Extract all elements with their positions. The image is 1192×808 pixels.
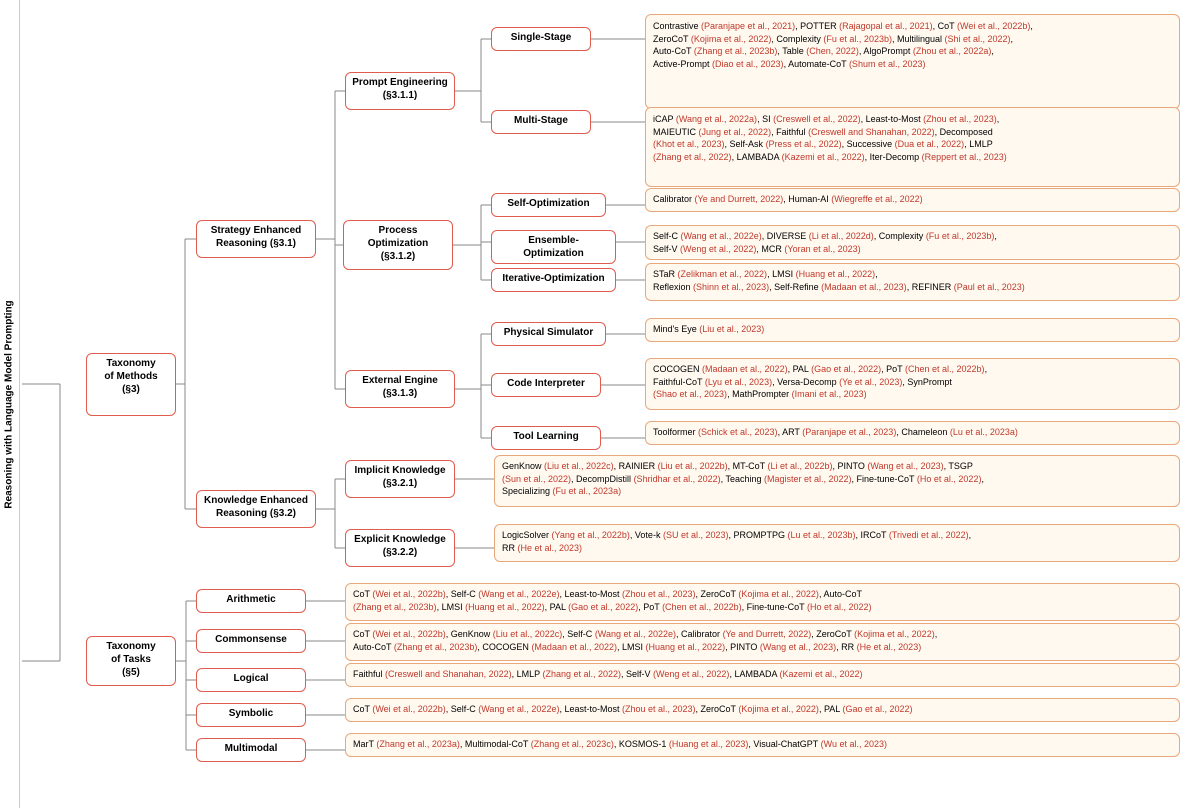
ensemble-optimization-leaf: Self-C (Wang et al., 2022e), DIVERSE (Li… [645, 225, 1180, 260]
strategy-enhanced-node: Strategy EnhancedReasoning (§3.1) [196, 220, 316, 258]
diagram-container: Reasoning with Language Model Prompting … [0, 0, 1192, 20]
logical-node: Logical [196, 668, 306, 692]
multi-stage-node: Multi-Stage [491, 110, 591, 134]
explicit-knowledge-node: Explicit Knowledge(§3.2.2) [345, 529, 455, 567]
vertical-label: Reasoning with Language Model Prompting [4, 300, 15, 508]
taxonomy-tasks-node: Taxonomyof Tasks(§5) [86, 636, 176, 686]
prompt-engineering-node: Prompt Engineering(§3.1.1) [345, 72, 455, 110]
symbolic-node: Symbolic [196, 703, 306, 727]
multimodal-node: Multimodal [196, 738, 306, 762]
single-stage-node: Single-Stage [491, 27, 591, 51]
implicit-knowledge-node: Implicit Knowledge(§3.2.1) [345, 460, 455, 498]
single-stage-leaf: Contrastive (Paranjape et al., 2021), PO… [645, 14, 1180, 109]
self-optimization-leaf: Calibrator (Ye and Durrett, 2022), Human… [645, 188, 1180, 212]
arithmetic-leaf: CoT (Wei et al., 2022b), Self-C (Wang et… [345, 583, 1180, 621]
arithmetic-node: Arithmetic [196, 589, 306, 613]
process-optimization-node: Process Optimization(§3.1.2) [343, 220, 453, 270]
taxonomy-methods-node: Taxonomyof Methods(§3) [86, 353, 176, 416]
commonsense-leaf: CoT (Wei et al., 2022b), GenKnow (Liu et… [345, 623, 1180, 661]
iterative-optimization-node: Iterative-Optimization [491, 268, 616, 292]
commonsense-node: Commonsense [196, 629, 306, 653]
explicit-knowledge-leaf: LogicSolver (Yang et al., 2022b), Vote-k… [494, 524, 1180, 562]
self-optimization-node: Self-Optimization [491, 193, 606, 217]
multimodal-leaf: MarT (Zhang et al., 2023a), Multimodal-C… [345, 733, 1180, 757]
multi-stage-leaf: iCAP (Wang et al., 2022a), SI (Creswell … [645, 107, 1180, 187]
tool-learning-node: Tool Learning [491, 426, 601, 450]
code-interpreter-node: Code Interpreter [491, 373, 601, 397]
symbolic-leaf: CoT (Wei et al., 2022b), Self-C (Wang et… [345, 698, 1180, 722]
physical-simulator-leaf: Mind's Eye (Liu et al., 2023) [645, 318, 1180, 342]
implicit-knowledge-leaf: GenKnow (Liu et al., 2022c), RAINIER (Li… [494, 455, 1180, 507]
code-interpreter-leaf: COCOGEN (Madaan et al., 2022), PAL (Gao … [645, 358, 1180, 410]
ensemble-optimization-node: Ensemble-Optimization [491, 230, 616, 264]
knowledge-enhanced-node: Knowledge EnhancedReasoning (§3.2) [196, 490, 316, 528]
iterative-optimization-leaf: STaR (Zelikman et al., 2022), LMSI (Huan… [645, 263, 1180, 301]
logical-leaf: Faithful (Creswell and Shanahan, 2022), … [345, 663, 1180, 687]
external-engine-node: External Engine(§3.1.3) [345, 370, 455, 408]
tool-learning-leaf: Toolformer (Schick et al., 2023), ART (P… [645, 421, 1180, 445]
physical-simulator-node: Physical Simulator [491, 322, 606, 346]
